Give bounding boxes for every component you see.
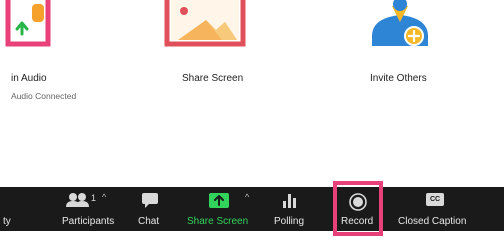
record-button[interactable]: Record: [333, 181, 383, 236]
invite-others-label: Invite Others: [370, 73, 427, 84]
participants-count: 1: [91, 193, 97, 203]
closed-caption-icon: CC: [426, 193, 444, 206]
invite-others-icon: [372, 0, 428, 46]
polling-label: Polling: [274, 216, 305, 227]
share-screen-tile[interactable]: Share Screen: [150, 0, 270, 100]
share-screen-tile-label: Share Screen: [182, 73, 244, 84]
polling-icon: [283, 194, 296, 208]
share-screen-button[interactable]: ^ Share Screen: [185, 187, 257, 231]
meeting-toolbar: ty 1 ^ Participants Chat ^ Share Screen: [0, 181, 504, 236]
participants-button[interactable]: 1 ^ Participants: [40, 187, 130, 231]
closed-caption-label: Closed Caption: [398, 216, 467, 227]
join-audio-label: in Audio: [11, 73, 47, 84]
chat-icon: [142, 193, 158, 208]
participants-label: Participants: [62, 216, 115, 227]
closed-caption-button[interactable]: CC Closed Caption: [396, 187, 476, 231]
record-icon: [349, 193, 367, 211]
share-screen-icon: [164, 0, 246, 47]
share-screen-label: Share Screen: [187, 216, 249, 227]
record-label: Record: [341, 216, 374, 227]
chat-button[interactable]: Chat: [133, 187, 167, 231]
participants-icon: [66, 193, 89, 207]
truncated-toolbar-item[interactable]: ty: [3, 216, 11, 227]
join-audio-tile[interactable]: in Audio Audio Connected: [0, 0, 76, 101]
polling-button[interactable]: Polling: [270, 187, 310, 231]
audio-connected-status: Audio Connected: [11, 91, 77, 101]
participants-options-caret[interactable]: ^: [102, 192, 106, 202]
join-audio-icon: [5, 0, 51, 47]
invite-others-tile[interactable]: Invite Others: [350, 0, 460, 100]
chat-label: Chat: [138, 216, 160, 227]
share-screen-options-caret[interactable]: ^: [245, 192, 249, 202]
share-screen-arrow-icon: [209, 193, 229, 208]
